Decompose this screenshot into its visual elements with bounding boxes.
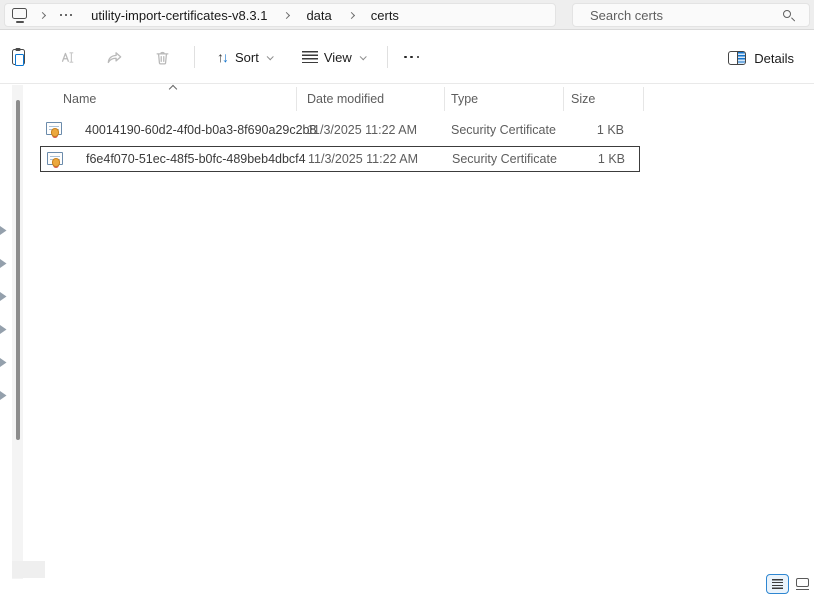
file-explorer-window: utility-import-certificates-v8.3.1 data …: [0, 0, 814, 595]
security-certificate-icon: [46, 122, 62, 135]
column-header-date-modified[interactable]: Date modified: [307, 92, 384, 106]
details-pane-button[interactable]: Details: [722, 41, 800, 75]
file-size: 1 KB: [563, 116, 632, 144]
share-icon: [106, 49, 123, 66]
address-strip: utility-import-certificates-v8.3.1 data …: [0, 0, 814, 30]
column-resize-handle[interactable]: [643, 87, 644, 111]
column-header-row: Name Date modified Type Size: [0, 85, 814, 113]
file-date-modified: 11/3/2025 11:22 AM: [308, 147, 418, 171]
breadcrumb-overflow-button[interactable]: [58, 10, 74, 20]
column-resize-handle[interactable]: [444, 87, 445, 111]
nav-pane-scrollbar-corner: [12, 561, 45, 578]
chevron-down-icon: [267, 53, 274, 60]
tree-expand-chevron-icon[interactable]: [0, 292, 7, 301]
paste-button[interactable]: [2, 40, 34, 74]
chevron-right-icon: [39, 11, 46, 18]
thumbnail-view-toggle[interactable]: [792, 575, 812, 593]
file-size: 1 KB: [564, 147, 633, 171]
column-resize-handle[interactable]: [563, 87, 564, 111]
rename-button[interactable]: [50, 40, 82, 74]
more-options-button[interactable]: [396, 40, 428, 74]
three-dots-icon: [404, 56, 419, 59]
view-lines-icon: [302, 51, 318, 64]
toolbar-divider: [387, 46, 388, 68]
clipboard-paste-icon: [12, 49, 25, 65]
nav-pane-scrollbar-thumb[interactable]: [16, 100, 20, 440]
toolbar-divider: [194, 46, 195, 68]
sort-arrows-icon: ↑↓: [217, 50, 229, 64]
tree-expand-chevron-icon[interactable]: [0, 391, 7, 400]
share-button[interactable]: [98, 40, 130, 74]
tree-expand-chevron-icon[interactable]: [0, 259, 7, 268]
sort-button-label: Sort: [235, 50, 259, 65]
search-box[interactable]: [572, 3, 810, 27]
list-lines-icon: [772, 579, 783, 589]
search-icon[interactable]: [783, 10, 791, 18]
file-row-selected[interactable]: f6e4f070-51ec-48f5-b0fc-489beb4dbcf4 11/…: [40, 146, 640, 172]
file-type: Security Certificate: [451, 116, 556, 144]
tree-expand-chevron-icon[interactable]: [0, 325, 7, 334]
file-date-modified: 11/3/2025 11:22 AM: [307, 116, 417, 144]
tree-expand-chevron-icon[interactable]: [0, 358, 7, 367]
details-pane-label: Details: [754, 51, 794, 66]
thumbnail-icon: [796, 578, 809, 587]
breadcrumb-item-folder[interactable]: utility-import-certificates-v8.3.1: [87, 5, 271, 26]
delete-button[interactable]: [146, 40, 178, 74]
breadcrumb-item-data[interactable]: data: [302, 5, 335, 26]
file-name: f6e4f070-51ec-48f5-b0fc-489beb4dbcf4: [86, 147, 306, 171]
file-name: 40014190-60d2-4f0d-b0a3-8f690a29c2b8: [85, 116, 316, 144]
command-toolbar: ↑↓ Sort View: [0, 31, 814, 84]
sort-button[interactable]: ↑↓ Sort: [207, 40, 282, 74]
split-panel-icon: [728, 51, 746, 65]
details-view-toggle-active[interactable]: [766, 574, 789, 594]
view-button-label: View: [324, 50, 352, 65]
column-header-name[interactable]: Name: [63, 92, 96, 106]
view-button[interactable]: View: [292, 40, 375, 74]
chevron-down-icon: [359, 53, 366, 60]
column-resize-handle[interactable]: [296, 87, 297, 111]
trash-icon: [154, 49, 171, 66]
chevron-right-icon: [283, 11, 290, 18]
tree-expand-chevron-icon[interactable]: [0, 226, 7, 235]
search-input[interactable]: [573, 4, 809, 26]
file-type: Security Certificate: [452, 147, 557, 171]
security-certificate-icon: [47, 152, 63, 165]
address-bar[interactable]: utility-import-certificates-v8.3.1 data …: [4, 3, 556, 27]
rename-icon: [58, 49, 75, 66]
breadcrumb-item-certs[interactable]: certs: [367, 5, 403, 26]
column-header-type[interactable]: Type: [451, 92, 478, 106]
this-pc-monitor-icon[interactable]: [12, 8, 27, 19]
file-row[interactable]: 40014190-60d2-4f0d-b0a3-8f690a29c2b8 11/…: [40, 116, 640, 144]
column-header-size[interactable]: Size: [571, 92, 595, 106]
sort-ascending-caret-icon: [169, 85, 177, 93]
chevron-right-icon: [348, 11, 355, 18]
